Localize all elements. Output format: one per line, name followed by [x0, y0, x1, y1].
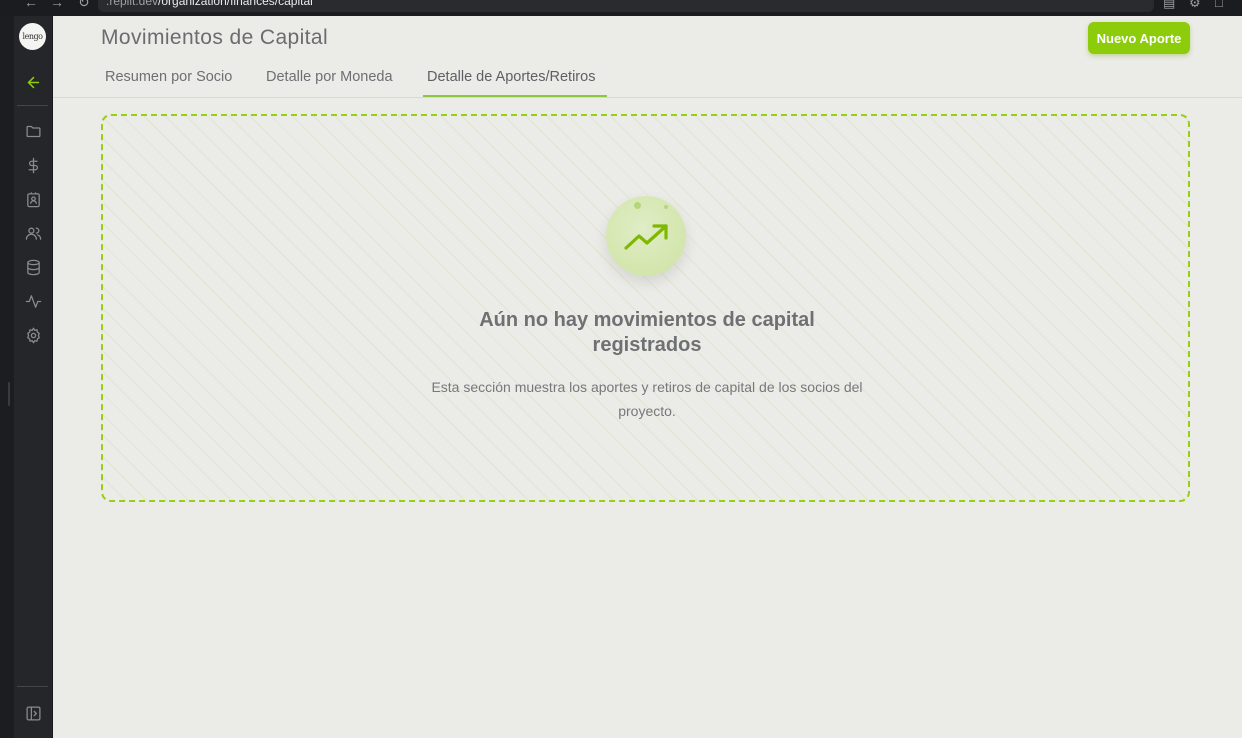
- empty-state-title: Aún no hay movimientos de capital regist…: [479, 309, 815, 356]
- back-button[interactable]: [23, 72, 43, 92]
- sidebar-item-settings[interactable]: [23, 325, 43, 345]
- tab-summary-by-partner[interactable]: Resumen por Socio: [105, 69, 232, 85]
- id-card-icon: [26, 191, 40, 207]
- sidebar-item-members[interactable]: [23, 223, 43, 243]
- empty-state-description: Esta sección muestra los aportes y retir…: [431, 379, 863, 419]
- browser-forward-button[interactable]: →: [50, 0, 64, 9]
- url-path: /organization/finances/capital: [158, 0, 313, 8]
- tools-icon[interactable]: ⚙: [1189, 0, 1201, 11]
- sidebar-item-contacts[interactable]: [23, 189, 43, 209]
- sidebar-item-activity[interactable]: [23, 291, 43, 311]
- panel-toggle-icon: [25, 705, 41, 721]
- url-host: .replit.dev: [106, 0, 159, 8]
- sidebar-item-projects[interactable]: [23, 121, 43, 141]
- sidebar-divider-top: [17, 105, 48, 106]
- main-content: Movimientos de Capital Nuevo Aporte Resu…: [53, 16, 1242, 738]
- extension-icon[interactable]: □: [1215, 0, 1223, 10]
- empty-state-card: Aún no hay movimientos de capital regist…: [101, 114, 1190, 502]
- database-icon: [26, 259, 40, 275]
- address-bar[interactable]: .replit.dev/organization/finances/capita…: [98, 0, 1154, 12]
- sidebar-item-finances[interactable]: [23, 155, 43, 175]
- resize-handle[interactable]: [8, 382, 10, 406]
- activity-icon: [25, 294, 41, 308]
- new-contribution-button[interactable]: Nuevo Aporte: [1088, 22, 1190, 54]
- browser-back-button[interactable]: ←: [24, 0, 38, 9]
- tab-bar: Resumen por Socio Detalle por Moneda Det…: [53, 66, 1242, 98]
- empty-state-icon-badge: [606, 196, 686, 276]
- reader-mode-icon[interactable]: ▤: [1163, 0, 1175, 11]
- sidebar-item-database[interactable]: [23, 257, 43, 277]
- address-bar-text: .replit.dev/organization/finances/capita…: [106, 0, 313, 8]
- decorative-dot: [634, 202, 641, 209]
- dollar-icon: [28, 157, 38, 173]
- tab-contributions-withdrawals[interactable]: Detalle de Aportes/Retiros: [427, 69, 595, 85]
- sidebar-toggle-button[interactable]: [23, 703, 43, 723]
- folder-icon: [25, 125, 41, 137]
- trending-up-icon: [624, 224, 668, 250]
- page-title: Movimientos de Capital: [101, 26, 329, 49]
- browser-reload-button[interactable]: ↻: [78, 0, 90, 9]
- tab-detail-by-currency[interactable]: Detalle por Moneda: [266, 69, 393, 85]
- decorative-dot: [664, 205, 668, 209]
- active-tab-indicator: [423, 95, 607, 97]
- window-edge: [0, 16, 14, 738]
- sidebar-divider-bottom: [17, 686, 48, 687]
- app-logo[interactable]: lengo: [19, 23, 46, 50]
- gear-icon: [26, 326, 40, 344]
- logo-text: lengo: [22, 32, 43, 41]
- arrow-left-icon: [27, 76, 39, 88]
- sidebar: lengo: [14, 16, 53, 738]
- users-icon: [25, 227, 41, 240]
- browser-toolbar: ← → ↻ .replit.dev/organization/finances/…: [0, 0, 1242, 16]
